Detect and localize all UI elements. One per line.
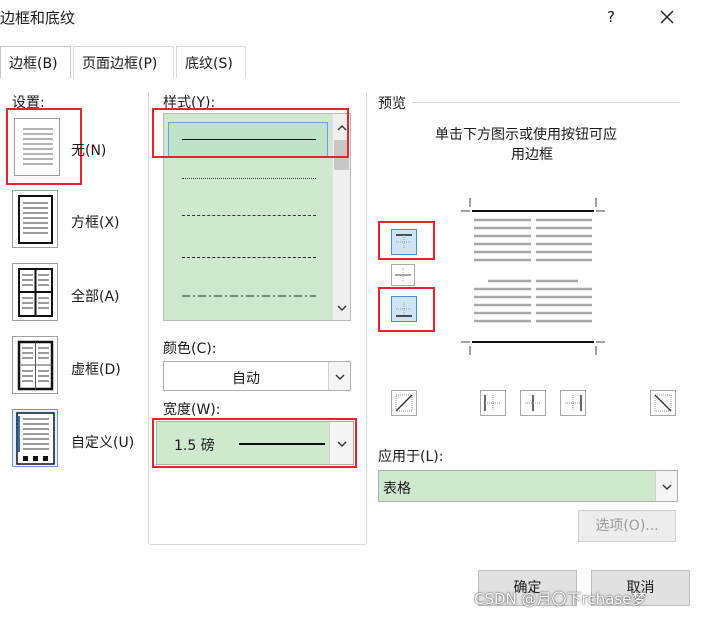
watermark: CSDN @月〇下rchase梦 bbox=[474, 590, 647, 608]
close-icon bbox=[660, 10, 674, 24]
color-heading: 颜色(C): bbox=[163, 341, 217, 357]
group-divider bbox=[148, 92, 149, 544]
dash-dot-line bbox=[182, 295, 316, 297]
highlight-frame bbox=[152, 418, 357, 468]
setting-box-button[interactable] bbox=[12, 190, 58, 248]
setting-custom-button[interactable] bbox=[12, 409, 58, 467]
tab-borders[interactable]: 边框(B) bbox=[0, 46, 71, 79]
window-title: 边框和底纹 bbox=[0, 9, 76, 27]
preview-hint: 用边框 bbox=[511, 147, 553, 163]
border-inside-horizontal-icon bbox=[395, 268, 411, 282]
chevron-down-icon bbox=[335, 374, 345, 380]
setting-box-label: 方框(X) bbox=[71, 215, 120, 231]
diagonal-up-icon bbox=[395, 394, 413, 412]
apply-to-heading: 应用于(L): bbox=[378, 449, 444, 465]
color-dropdown-button[interactable] bbox=[328, 362, 350, 390]
setting-none-label: 无(N) bbox=[71, 143, 107, 159]
setting-grid-label: 虚框(D) bbox=[71, 362, 121, 378]
apply-to-dropdown-button[interactable] bbox=[655, 471, 677, 501]
border-inside-vertical-button[interactable] bbox=[520, 390, 546, 416]
style-item-dashed-fine[interactable] bbox=[182, 215, 316, 216]
chevron-down-icon bbox=[662, 484, 672, 490]
preview-heading: 预览 bbox=[378, 96, 406, 112]
border-left-icon bbox=[484, 395, 501, 411]
chevron-down-icon[interactable] bbox=[334, 300, 350, 316]
border-grid-icon bbox=[17, 340, 54, 391]
setting-custom-label: 自定义(U) bbox=[71, 435, 135, 451]
border-box-icon bbox=[18, 195, 53, 244]
highlight-frame bbox=[152, 108, 349, 158]
highlight-frame bbox=[378, 221, 435, 260]
tab-page-border[interactable]: 页面边框(P) bbox=[73, 46, 174, 78]
tab-shading[interactable]: 底纹(S) bbox=[176, 46, 246, 78]
setting-all-button[interactable] bbox=[12, 263, 58, 321]
group-divider bbox=[150, 544, 366, 545]
color-select[interactable]: 自动 bbox=[163, 361, 351, 391]
style-item-dashed[interactable] bbox=[182, 257, 316, 258]
border-inside-vertical-icon bbox=[525, 395, 541, 411]
tab-label: 页面边框(P) bbox=[82, 56, 158, 72]
diagonal-down-button[interactable] bbox=[391, 390, 417, 416]
group-divider bbox=[366, 92, 367, 544]
close-button[interactable] bbox=[650, 2, 684, 32]
apply-to-value: 表格 bbox=[383, 481, 411, 497]
border-right-icon bbox=[565, 395, 582, 411]
border-left-button[interactable] bbox=[480, 390, 506, 416]
setting-all-label: 全部(A) bbox=[71, 289, 120, 305]
title-bar: 边框和底纹 ? bbox=[0, 0, 701, 36]
color-value: 自动 bbox=[232, 371, 260, 387]
diagonal-down-icon bbox=[654, 394, 672, 412]
tab-label: 边框(B) bbox=[9, 56, 58, 72]
help-button[interactable]: ? bbox=[596, 2, 626, 32]
tab-label: 底纹(S) bbox=[185, 56, 233, 72]
border-inside-horizontal-button[interactable] bbox=[391, 264, 415, 286]
preview-hint: 单击下方图示或使用按钮可应 bbox=[435, 127, 617, 143]
border-all-icon bbox=[18, 268, 53, 317]
highlight-frame bbox=[378, 287, 435, 332]
border-custom-icon bbox=[16, 412, 55, 465]
diagonal-up-button[interactable] bbox=[650, 390, 676, 416]
style-item-dotted[interactable] bbox=[182, 178, 316, 179]
border-right-button[interactable] bbox=[560, 390, 586, 416]
apply-to-select[interactable]: 表格 bbox=[378, 470, 678, 502]
width-heading: 宽度(W): bbox=[163, 402, 221, 418]
border-preview-diagram[interactable] bbox=[458, 195, 608, 355]
options-button[interactable]: 选项(O)... bbox=[578, 510, 676, 542]
setting-grid-button[interactable] bbox=[12, 336, 58, 394]
group-divider bbox=[412, 102, 680, 103]
